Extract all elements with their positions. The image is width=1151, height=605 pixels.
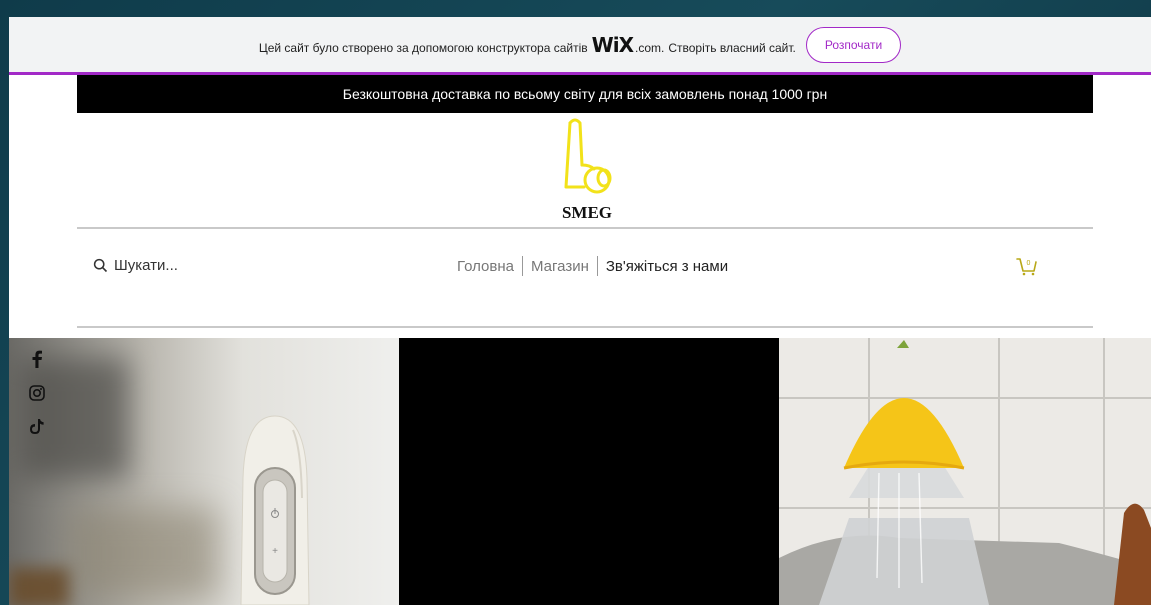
wix-banner-text-before: Цей сайт було створено за допомогою конс… — [258, 40, 588, 55]
wix-banner-text: Цей сайт було створено за допомогою конс… — [259, 33, 796, 57]
search-icon — [93, 258, 108, 273]
hero-image-dark — [399, 338, 779, 605]
vacuum-logo-icon — [564, 118, 612, 194]
cart-icon: 0 — [1016, 258, 1037, 276]
hero-gallery: + — [9, 338, 1151, 605]
cart-count: 0 — [1027, 260, 1031, 267]
wix-banner: Цей сайт було створено за допомогою конс… — [9, 17, 1151, 75]
facebook-icon[interactable] — [31, 350, 43, 373]
search-box[interactable]: Шукати... — [93, 257, 178, 274]
hero-image-juicer — [779, 338, 1151, 605]
start-button[interactable]: Розпочати — [805, 26, 902, 63]
nav-item-shop[interactable]: Магазин — [523, 258, 597, 275]
wix-banner-text-after: Створіть власний сайт. — [668, 40, 796, 55]
header-divider — [77, 227, 1093, 229]
nav-item-home[interactable]: Головна — [449, 258, 522, 275]
brand-name: SMEG — [561, 203, 613, 222]
cart-button[interactable]: 0 — [1015, 253, 1039, 282]
nav-divider — [77, 326, 1093, 328]
tiktok-icon[interactable] — [30, 418, 44, 439]
site-logo[interactable]: SMEG — [542, 115, 632, 225]
nav-row: Шукати... Головна Магазин Зв'яжіться з н… — [77, 235, 1093, 295]
search-placeholder: Шукати... — [114, 257, 178, 274]
nav-item-contact[interactable]: Зв'яжіться з нами — [598, 258, 736, 275]
hand-blender-illustration: + — [240, 415, 310, 605]
site-header: Безкоштовна доставка по всьому світу для… — [77, 75, 1093, 347]
main-nav: Головна Магазин Зв'яжіться з нами — [449, 256, 736, 276]
promo-bar: Безкоштовна доставка по всьому світу для… — [77, 75, 1093, 113]
svg-text:+: + — [272, 546, 278, 557]
browser-page: Цей сайт було створено за допомогою конс… — [9, 17, 1151, 605]
wix-logo-suffix: .com. — [635, 40, 665, 55]
lemon-juicer-illustration — [779, 338, 1151, 605]
social-bar — [27, 350, 47, 439]
instagram-icon[interactable] — [29, 385, 45, 406]
wix-logo: WiX — [591, 32, 634, 57]
hero-image-appliance: + — [9, 338, 399, 605]
